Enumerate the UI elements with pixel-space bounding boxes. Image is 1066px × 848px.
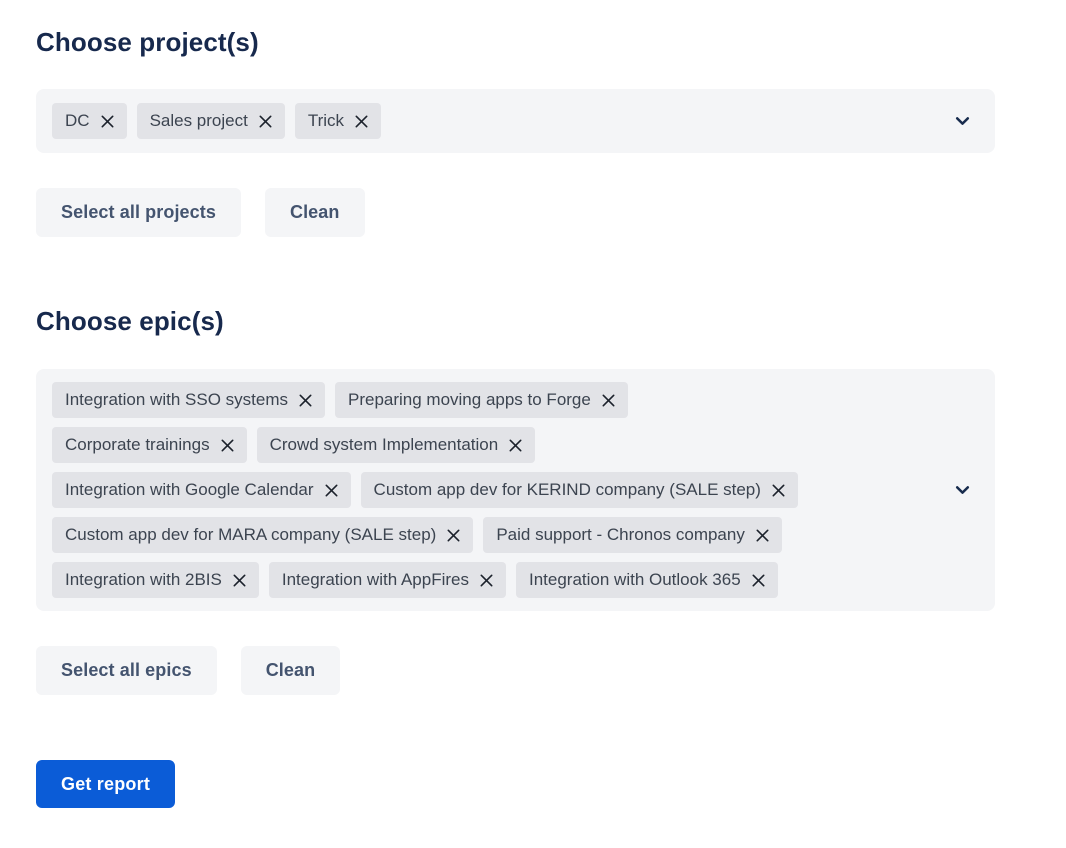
get-report-button[interactable]: Get report <box>36 760 175 808</box>
epics-multiselect[interactable]: Integration with SSO systems Preparing mo… <box>36 369 995 611</box>
selected-option-tag: Preparing moving apps to Forge <box>335 382 628 418</box>
tag-label: Preparing moving apps to Forge <box>348 390 591 410</box>
projects-multiselect[interactable]: DC Sales project Trick <box>36 89 995 153</box>
tag-label: Crowd system Implementation <box>270 435 499 455</box>
selected-option-tag: DC <box>52 103 127 139</box>
epics-heading: Choose epic(s) <box>36 305 1030 337</box>
selected-epics-row: Integration with Google Calendar Custom a… <box>52 472 931 508</box>
selected-option-tag: Integration with AppFires <box>269 562 506 598</box>
remove-tag-x-icon[interactable] <box>772 484 785 497</box>
selected-projects-list: DC Sales project Trick <box>52 103 931 139</box>
projects-actions: Select all projects Clean <box>36 188 1030 237</box>
select-all-epics-button[interactable]: Select all epics <box>36 646 217 695</box>
clean-projects-button[interactable]: Clean <box>265 188 365 237</box>
chevron-down-icon[interactable] <box>954 113 971 130</box>
selected-option-tag: Corporate trainings <box>52 427 247 463</box>
tag-label: Paid support - Chronos company <box>496 525 745 545</box>
tag-label: Integration with Google Calendar <box>65 480 314 500</box>
remove-tag-x-icon[interactable] <box>259 115 272 128</box>
selected-option-tag: Trick <box>295 103 381 139</box>
remove-tag-x-icon[interactable] <box>509 439 522 452</box>
selected-option-tag: Custom app dev for KERIND company (SALE … <box>361 472 798 508</box>
selected-epics-row: Custom app dev for MARA company (SALE st… <box>52 517 931 553</box>
selected-option-tag: Crowd system Implementation <box>257 427 536 463</box>
tag-label: Corporate trainings <box>65 435 210 455</box>
tag-label: DC <box>65 111 90 131</box>
selected-epics-row: Integration with SSO systems Preparing mo… <box>52 382 931 418</box>
tag-label: Integration with Outlook 365 <box>529 570 741 590</box>
selected-option-tag: Integration with SSO systems <box>52 382 325 418</box>
selected-option-tag: Sales project <box>137 103 285 139</box>
remove-tag-x-icon[interactable] <box>221 439 234 452</box>
selected-option-tag: Integration with Outlook 365 <box>516 562 778 598</box>
remove-tag-x-icon[interactable] <box>325 484 338 497</box>
selected-option-tag: Custom app dev for MARA company (SALE st… <box>52 517 473 553</box>
selected-epics-list: Integration with SSO systems Preparing mo… <box>52 382 931 598</box>
remove-tag-x-icon[interactable] <box>355 115 368 128</box>
remove-tag-x-icon[interactable] <box>602 394 615 407</box>
remove-tag-x-icon[interactable] <box>480 574 493 587</box>
remove-tag-x-icon[interactable] <box>447 529 460 542</box>
selected-option-tag: Integration with 2BIS <box>52 562 259 598</box>
select-all-projects-button[interactable]: Select all projects <box>36 188 241 237</box>
selected-epics-row: Integration with 2BIS Integration with Ap… <box>52 562 931 598</box>
tag-label: Custom app dev for KERIND company (SALE … <box>374 480 761 500</box>
remove-tag-x-icon[interactable] <box>299 394 312 407</box>
chevron-down-icon[interactable] <box>954 482 971 499</box>
remove-tag-x-icon[interactable] <box>233 574 246 587</box>
selected-option-tag: Paid support - Chronos company <box>483 517 782 553</box>
selected-option-tag: Integration with Google Calendar <box>52 472 351 508</box>
epics-actions: Select all epics Clean <box>36 646 1030 695</box>
tag-label: Trick <box>308 111 344 131</box>
tag-label: Sales project <box>150 111 248 131</box>
report-filter-page: Choose project(s) DC Sales project Trick S… <box>0 0 1066 808</box>
remove-tag-x-icon[interactable] <box>101 115 114 128</box>
tag-label: Custom app dev for MARA company (SALE st… <box>65 525 436 545</box>
tag-label: Integration with 2BIS <box>65 570 222 590</box>
remove-tag-x-icon[interactable] <box>752 574 765 587</box>
tag-label: Integration with SSO systems <box>65 390 288 410</box>
selected-epics-row: Corporate trainings Crowd system Implemen… <box>52 427 931 463</box>
tag-label: Integration with AppFires <box>282 570 469 590</box>
clean-epics-button[interactable]: Clean <box>241 646 341 695</box>
remove-tag-x-icon[interactable] <box>756 529 769 542</box>
projects-heading: Choose project(s) <box>36 26 1030 58</box>
